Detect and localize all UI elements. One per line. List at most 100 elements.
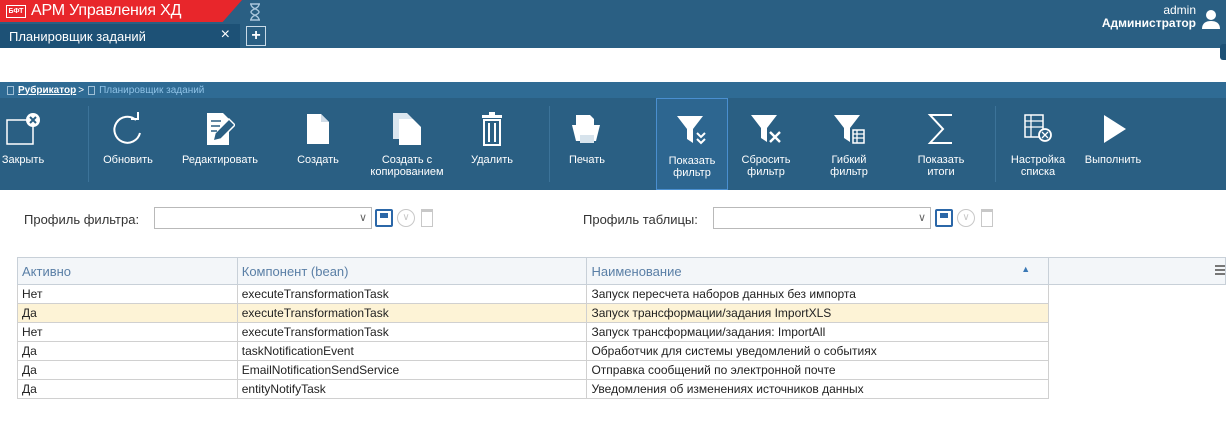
- table-profile-select[interactable]: ∨: [713, 207, 931, 229]
- refresh-button[interactable]: Обновить: [100, 98, 156, 190]
- hourglass-icon[interactable]: [246, 3, 264, 21]
- filter-profile-label: Профиль фильтра:: [24, 212, 140, 227]
- breadcrumb-root-link[interactable]: Рубрикатор: [18, 85, 76, 96]
- cell-component: entityNotifyTask: [236, 379, 588, 399]
- cell-name: Запуск пересчета наборов данных без импо…: [586, 284, 1050, 304]
- flex-filter-label: Гибкий фильтр: [830, 154, 868, 178]
- breadcrumb: Рубрикатор > Планировщик заданий: [0, 82, 1226, 98]
- cell-active: Да: [17, 303, 238, 323]
- app-brand: БФТ АРМ Управления ХД: [0, 0, 242, 22]
- list-settings-button[interactable]: Настройка списка: [1007, 98, 1069, 190]
- toolbar-divider: [549, 106, 550, 182]
- refresh-icon: [108, 108, 148, 150]
- clear-icon[interactable]: ∨: [957, 209, 975, 227]
- cell-active: Нет: [17, 322, 238, 342]
- cell-name: Обработчик для системы уведомлений о соб…: [586, 341, 1050, 361]
- chevron-down-icon[interactable]: ∨: [918, 211, 926, 224]
- play-icon: [1093, 108, 1133, 150]
- refresh-label: Обновить: [103, 154, 153, 166]
- document-icon: [7, 85, 14, 95]
- trash-icon[interactable]: [981, 209, 993, 227]
- create-label: Создать: [297, 154, 339, 166]
- filter-profile-select[interactable]: ∨: [154, 207, 372, 229]
- cell-component: taskNotificationEvent: [236, 341, 588, 361]
- user-icon[interactable]: [1200, 8, 1222, 30]
- show-filter-button[interactable]: Показать фильтр: [656, 98, 728, 190]
- chevron-down-icon[interactable]: ∨: [359, 211, 367, 224]
- side-panel-handle[interactable]: [1220, 44, 1226, 60]
- filter-flex-icon: [829, 108, 869, 150]
- delete-button[interactable]: Удалить: [467, 98, 517, 190]
- user-role: Администратор: [1101, 16, 1196, 30]
- cell-component: executeTransformationTask: [236, 284, 588, 304]
- cell-empty: [1048, 303, 1226, 323]
- cell-active: Да: [17, 341, 238, 361]
- brand-logo: БФТ: [6, 4, 26, 18]
- document-icon: [88, 85, 96, 95]
- close-button[interactable]: Закрыть: [0, 98, 46, 190]
- tab-label: Планировщик заданий: [9, 28, 146, 44]
- table-row[interactable]: Да EmailNotificationSendService Отправка…: [17, 360, 1226, 380]
- show-filter-label: Показать фильтр: [668, 155, 716, 179]
- toolbar: Закрыть Обновить Редактировать Создать С…: [0, 98, 1226, 190]
- table-row[interactable]: Да executeTransformationTask Запуск тран…: [17, 303, 1226, 323]
- flex-filter-button[interactable]: Гибкий фильтр: [820, 98, 878, 190]
- run-button[interactable]: Выполнить: [1074, 98, 1152, 190]
- trash-icon: [472, 108, 512, 150]
- table-row[interactable]: Да taskNotificationEvent Обработчик для …: [17, 341, 1226, 361]
- list-settings-icon: [1018, 108, 1058, 150]
- sort-ascending-icon[interactable]: ▲: [1021, 264, 1030, 274]
- show-totals-button[interactable]: Показать итоги: [912, 98, 970, 190]
- reset-filter-button[interactable]: Сбросить фильтр: [735, 98, 797, 190]
- cell-name: Запуск трансформации/задания: ImportAll: [586, 322, 1050, 342]
- create-button[interactable]: Создать: [290, 98, 346, 190]
- app-header: БФТ АРМ Управления ХД admin Администрато…: [0, 0, 1226, 48]
- column-header-active[interactable]: Активно: [17, 257, 238, 285]
- breadcrumb-current: Планировщик заданий: [99, 84, 205, 96]
- tab-scheduler[interactable]: Планировщик заданий ×: [0, 24, 240, 48]
- column-header-name[interactable]: Наименование ▲: [586, 257, 1050, 285]
- toolbar-divider: [995, 106, 996, 182]
- sigma-icon: [921, 108, 961, 150]
- add-tab-button[interactable]: +: [246, 26, 266, 46]
- create-copy-label: Создать с копированием: [370, 154, 444, 178]
- edit-button[interactable]: Редактировать: [181, 98, 259, 190]
- cell-empty: [1049, 380, 1226, 399]
- cell-component: executeTransformationTask: [236, 322, 588, 342]
- toolbar-divider: [88, 106, 89, 182]
- create-copy-button[interactable]: Создать с копированием: [362, 98, 452, 190]
- reset-filter-label: Сбросить фильтр: [741, 154, 791, 178]
- filter-show-icon: [672, 109, 712, 151]
- save-icon[interactable]: [935, 209, 953, 227]
- column-menu-icon[interactable]: [1215, 265, 1225, 275]
- cell-empty: [1049, 342, 1226, 361]
- table-row[interactable]: Да entityNotifyTask Уведомления об измен…: [17, 379, 1226, 399]
- breadcrumb-separator: >: [78, 84, 85, 96]
- column-header-filler: [1048, 257, 1226, 285]
- save-icon[interactable]: [375, 209, 393, 227]
- grid-header-row: Активно Компонент (bean) Наименование ▲: [17, 257, 1226, 285]
- close-label: Закрыть: [1, 154, 45, 166]
- table-row[interactable]: Нет executeTransformationTask Запуск пер…: [17, 284, 1226, 304]
- cell-active: Да: [17, 379, 238, 399]
- print-label: Печать: [568, 154, 606, 166]
- cell-name: Запуск трансформации/задания ImportXLS: [586, 303, 1050, 323]
- run-label: Выполнить: [1084, 154, 1142, 166]
- edit-icon: [200, 108, 240, 150]
- edit-label: Редактировать: [182, 154, 258, 166]
- trash-icon[interactable]: [421, 209, 433, 227]
- print-button[interactable]: Печать: [563, 98, 611, 190]
- cell-active: Да: [17, 360, 238, 380]
- clear-icon[interactable]: ∨: [397, 209, 415, 227]
- cell-empty: [1049, 361, 1226, 380]
- table-row[interactable]: Нет executeTransformationTask Запуск тра…: [17, 322, 1226, 342]
- user-info[interactable]: admin Администратор: [1102, 4, 1196, 30]
- show-totals-label: Показать итоги: [917, 154, 965, 178]
- copy-document-icon: [387, 108, 427, 150]
- filter-reset-icon: [746, 108, 786, 150]
- new-document-icon: [298, 108, 338, 150]
- column-header-component[interactable]: Компонент (bean): [236, 257, 588, 285]
- cell-name: Отправка сообщений по электронной почте: [586, 360, 1050, 380]
- tab-close-icon[interactable]: ×: [221, 26, 230, 44]
- cell-empty: [1049, 323, 1226, 342]
